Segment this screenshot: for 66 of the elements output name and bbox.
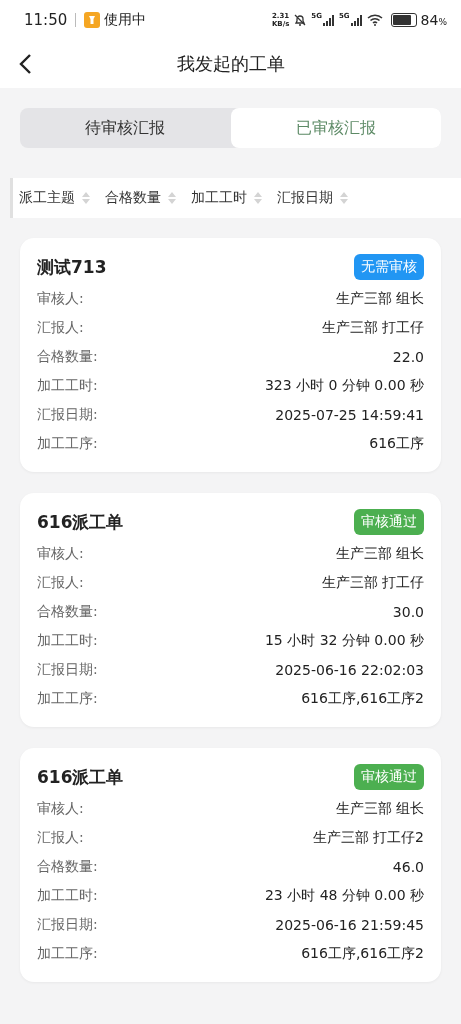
flashlight-icon xyxy=(84,12,101,28)
status-badge: 审核通过 xyxy=(354,509,424,535)
field-label: 汇报人: xyxy=(37,573,84,592)
field-label: 汇报日期: xyxy=(37,660,98,679)
report-card[interactable]: 616派工单 审核通过 审核人: 生产三部 组长 汇报人: 生产三部 打工仔2 合格数量: 46.0 加工工时: 23 小时 48 分钟 0.00 秒 汇报日期: 2025-06-16 21:59:45 加工工序: 616工序,616工序2 xyxy=(20,748,441,982)
tab[interactable]: 待审核汇报 xyxy=(20,108,231,148)
field-label: 审核人: xyxy=(37,289,84,308)
tab[interactable]: 已审核汇报 xyxy=(230,108,441,148)
status-app-label: 使用中 xyxy=(104,11,147,29)
field-value: 323 小时 0 分钟 0.00 秒 xyxy=(264,376,424,395)
field-value: 30.0 xyxy=(392,603,424,620)
field-value: 616工序,616工序2 xyxy=(301,944,424,963)
card-title: 616派工单 xyxy=(37,765,124,789)
sort-icon xyxy=(339,191,349,205)
field-value: 616工序 xyxy=(369,434,424,453)
field-label: 加工工时: xyxy=(37,376,98,395)
field-label: 汇报日期: xyxy=(37,405,98,424)
battery-percent: 84% xyxy=(420,12,447,28)
field-label: 汇报人: xyxy=(37,828,84,847)
field-value: 生产三部 打工仔 xyxy=(321,573,424,592)
sort-button[interactable]: 派工主题 xyxy=(19,189,97,207)
field-label: 加工工序: xyxy=(37,689,98,708)
field-value: 2025-06-16 21:59:45 xyxy=(275,916,424,933)
page-title: 我发起的工单 xyxy=(176,52,285,76)
report-card[interactable]: 测试713 无需审核 审核人: 生产三部 组长 汇报人: 生产三部 打工仔 合格数量: 22.0 加工工时: 323 小时 0 分钟 0.00 秒 汇报日期: 2025-07-25 14:59:41 加工工序: 616工序 xyxy=(20,238,441,472)
bell-muted-icon xyxy=(293,13,308,27)
field-value: 生产三部 打工仔 xyxy=(321,318,424,337)
field-value: 46.0 xyxy=(392,858,424,875)
field-value: 2025-06-16 22:02:03 xyxy=(275,661,424,678)
sort-icon xyxy=(81,191,91,205)
signal-icon xyxy=(350,14,363,26)
field-label: 审核人: xyxy=(37,544,84,563)
field-label: 加工工时: xyxy=(37,886,98,905)
wifi-icon xyxy=(366,14,383,26)
sort-button[interactable]: 合格数量 xyxy=(105,189,183,207)
battery-icon xyxy=(390,13,417,27)
sort-icon xyxy=(167,191,177,205)
status-time: 11:50 xyxy=(24,11,68,29)
field-value: 616工序,616工序2 xyxy=(301,689,424,708)
field-label: 加工工时: xyxy=(37,631,98,650)
field-value: 生产三部 组长 xyxy=(335,544,424,563)
field-label: 加工工序: xyxy=(37,944,98,963)
sort-icon xyxy=(253,191,263,205)
sort-button[interactable]: 加工工时 xyxy=(191,189,269,207)
card-title: 测试713 xyxy=(37,255,107,279)
field-value: 23 小时 48 分钟 0.00 秒 xyxy=(264,886,424,905)
field-label: 审核人: xyxy=(37,799,84,818)
report-card[interactable]: 616派工单 审核通过 审核人: 生产三部 组长 汇报人: 生产三部 打工仔 合格数量: 30.0 加工工时: 15 小时 32 分钟 0.00 秒 汇报日期: 2025-06-16 22:02:03 加工工序: 616工序,616工序2 xyxy=(20,493,441,727)
field-value: 2025-07-25 14:59:41 xyxy=(275,406,424,423)
field-label: 加工工序: xyxy=(37,434,98,453)
field-value: 生产三部 组长 xyxy=(335,289,424,308)
back-icon[interactable] xyxy=(18,53,32,75)
card-title: 616派工单 xyxy=(37,510,124,534)
status-badge: 无需审核 xyxy=(354,254,424,280)
field-label: 合格数量: xyxy=(37,857,98,876)
sort-button[interactable]: 汇报日期 xyxy=(277,189,355,207)
field-value: 15 小时 32 分钟 0.00 秒 xyxy=(264,631,424,650)
field-value: 22.0 xyxy=(392,348,424,365)
signal-icon xyxy=(323,14,335,26)
status-badge: 审核通过 xyxy=(354,764,424,790)
field-value: 生产三部 组长 xyxy=(335,799,424,818)
field-label: 汇报日期: xyxy=(37,915,98,934)
field-label: 合格数量: xyxy=(37,347,98,366)
field-value: 生产三部 打工仔2 xyxy=(312,828,424,847)
field-label: 汇报人: xyxy=(37,318,84,337)
field-label: 合格数量: xyxy=(37,602,98,621)
